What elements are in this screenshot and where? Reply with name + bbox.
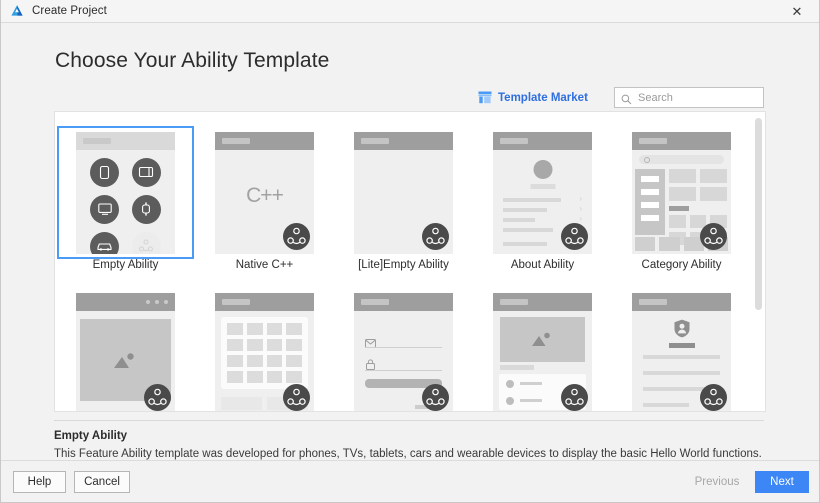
- lock-icon: [365, 357, 376, 370]
- scrollbar[interactable]: [754, 113, 764, 410]
- atom-icon: [131, 231, 161, 254]
- template-thumbnail: › › › ›: [493, 131, 592, 254]
- dialog-body: Choose Your Ability Template Template Ma…: [1, 23, 819, 460]
- atom-icon: [700, 383, 727, 411]
- atom-icon: [283, 222, 310, 250]
- avatar: [533, 159, 552, 179]
- store-icon: [478, 91, 492, 104]
- template-card-label: Native C++: [235, 259, 294, 271]
- template-card-label: Empty Ability: [92, 259, 159, 271]
- email-icon: [365, 335, 376, 348]
- template-card-profile[interactable]: [612, 282, 751, 411]
- cpp-logo-icon: C++: [246, 183, 284, 207]
- template-row: Empty Ability C++ Native C++ [Lite]Empty…: [55, 121, 765, 271]
- template-thumbnail: [354, 131, 453, 254]
- atom-icon: [422, 383, 449, 411]
- template-card-lite-empty-ability[interactable]: [Lite]Empty Ability: [334, 121, 473, 271]
- template-thumbnail: [493, 292, 592, 411]
- template-thumbnail: [632, 292, 731, 411]
- deveco-triangle-icon: [9, 3, 25, 19]
- tile-grid: [221, 316, 308, 389]
- atom-icon: [144, 383, 171, 411]
- template-card-label: About Ability: [510, 259, 575, 271]
- template-thumbnail: C++: [215, 131, 314, 254]
- cancel-button[interactable]: Cancel: [74, 471, 130, 493]
- atom-icon: [561, 222, 588, 250]
- template-card-login[interactable]: [334, 282, 473, 411]
- template-row: [55, 282, 765, 411]
- watch-icon: [131, 194, 161, 224]
- name-placeholder: [668, 342, 695, 348]
- template-card-native-cpp[interactable]: C++ Native C++: [195, 121, 334, 271]
- template-thumbnail: [76, 131, 175, 254]
- template-card-category-ability[interactable]: Category Ability: [612, 121, 751, 271]
- image-placeholder: [500, 316, 585, 362]
- template-card-label: [Lite]Empty Ability: [358, 259, 449, 271]
- template-grid-panel: Empty Ability C++ Native C++ [Lite]Empty…: [54, 111, 766, 412]
- description-text: This Feature Ability template was develo…: [54, 448, 762, 460]
- template-market-label: Template Market: [498, 91, 588, 104]
- search-box[interactable]: [614, 87, 764, 108]
- user-avatar-icon: [673, 319, 690, 338]
- template-card-grid[interactable]: [195, 282, 334, 411]
- phone-icon: [90, 157, 120, 187]
- page-title: Choose Your Ability Template: [55, 49, 330, 72]
- car-icon: [90, 231, 120, 254]
- template-card-label: Category Ability: [641, 259, 722, 271]
- template-card-feed[interactable]: [473, 282, 612, 411]
- template-market-link[interactable]: Template Market: [478, 91, 588, 104]
- search-input[interactable]: [638, 91, 757, 104]
- template-thumbnail: [632, 131, 731, 254]
- help-button[interactable]: Help: [13, 471, 66, 493]
- title-bar: Create Project ✕: [1, 0, 819, 23]
- previous-button: Previous: [683, 471, 751, 493]
- next-button[interactable]: Next: [755, 471, 809, 493]
- tablet-icon: [131, 157, 161, 187]
- atom-icon: [283, 383, 310, 411]
- description-title: Empty Ability: [54, 430, 128, 442]
- category-sidebar: [635, 168, 665, 235]
- atom-icon: [561, 383, 588, 411]
- close-icon[interactable]: ✕: [775, 0, 819, 23]
- search-icon: [621, 92, 632, 105]
- template-thumbnail: [215, 292, 314, 411]
- divider: [54, 420, 764, 421]
- window-title: Create Project: [32, 5, 107, 17]
- scrollbar-thumb[interactable]: [755, 118, 762, 310]
- template-thumbnail: [76, 292, 175, 411]
- atom-icon: [422, 222, 449, 250]
- tv-icon: [90, 194, 120, 224]
- atom-icon: [700, 222, 727, 250]
- template-card-gallery[interactable]: [56, 282, 195, 411]
- search-bar-placeholder: [639, 154, 724, 164]
- create-project-dialog: Create Project ✕ Choose Your Ability Tem…: [0, 0, 820, 503]
- name-placeholder: [530, 183, 555, 189]
- template-card-about-ability[interactable]: › › › ›: [473, 121, 612, 271]
- footer: Help Cancel Previous Next: [1, 460, 819, 502]
- template-card-empty-ability[interactable]: Empty Ability: [56, 121, 195, 271]
- template-thumbnail: [354, 292, 453, 411]
